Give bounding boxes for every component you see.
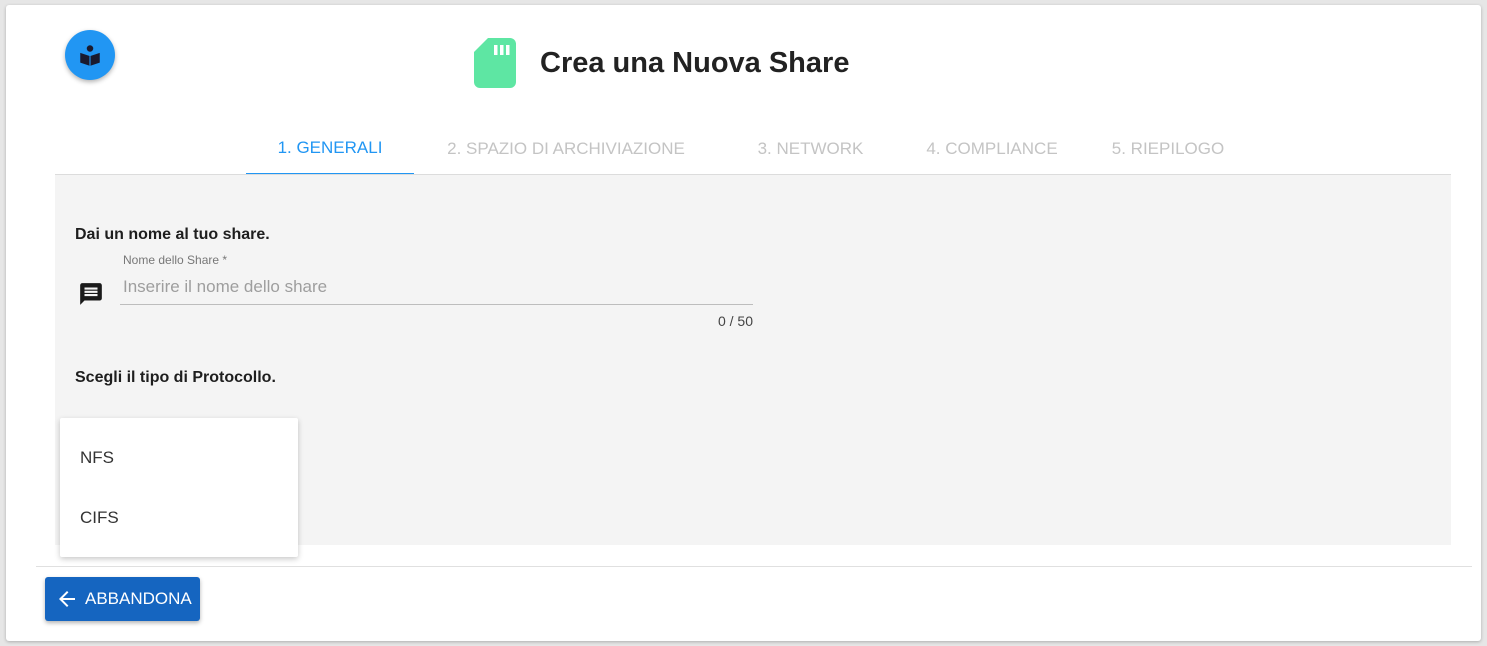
abandon-label: ABBANDONA bbox=[85, 589, 192, 608]
tab-compliance[interactable]: 4. COMPLIANCE bbox=[903, 123, 1081, 175]
protocol-option-cifs[interactable]: CIFS bbox=[60, 488, 298, 548]
tab-generali[interactable]: 1. GENERALI bbox=[246, 123, 414, 175]
help-button[interactable] bbox=[65, 30, 115, 80]
page-title: Crea una Nuova Share bbox=[540, 46, 850, 79]
char-counter: 0 / 50 bbox=[717, 313, 753, 329]
abandon-button[interactable]: ABBANDONA bbox=[45, 577, 200, 621]
tab-network[interactable]: 3. NETWORK bbox=[718, 123, 903, 175]
protocol-section-label: Scegli il tipo di Protocollo. bbox=[75, 369, 276, 386]
protocol-option-nfs[interactable]: NFS bbox=[60, 428, 298, 488]
protocol-menu: NFS CIFS bbox=[60, 418, 298, 557]
wizard-card: Crea una Nuova Share 1. GENERALI 2. SPAZ… bbox=[6, 5, 1481, 641]
footer-divider bbox=[36, 566, 1472, 567]
page-header: Crea una Nuova Share bbox=[474, 35, 849, 91]
share-name-field: Nome dello Share * 0 / 50 bbox=[120, 251, 753, 329]
arrow-left-icon bbox=[59, 591, 75, 607]
book-reader-icon bbox=[80, 45, 100, 66]
sd-card-icon bbox=[474, 38, 516, 88]
message-icon bbox=[80, 283, 102, 305]
wizard-tabs: 1. GENERALI 2. SPAZIO DI ARCHIVIAZIONE 3… bbox=[246, 123, 1255, 175]
name-section-label: Dai un nome al tuo share. bbox=[75, 226, 270, 243]
share-name-label: Nome dello Share * bbox=[123, 253, 228, 267]
share-name-input[interactable] bbox=[120, 269, 753, 305]
tab-riepilogo[interactable]: 5. RIEPILOGO bbox=[1081, 123, 1255, 175]
tab-spazio-di-archiviazione[interactable]: 2. SPAZIO DI ARCHIVIAZIONE bbox=[414, 123, 718, 175]
